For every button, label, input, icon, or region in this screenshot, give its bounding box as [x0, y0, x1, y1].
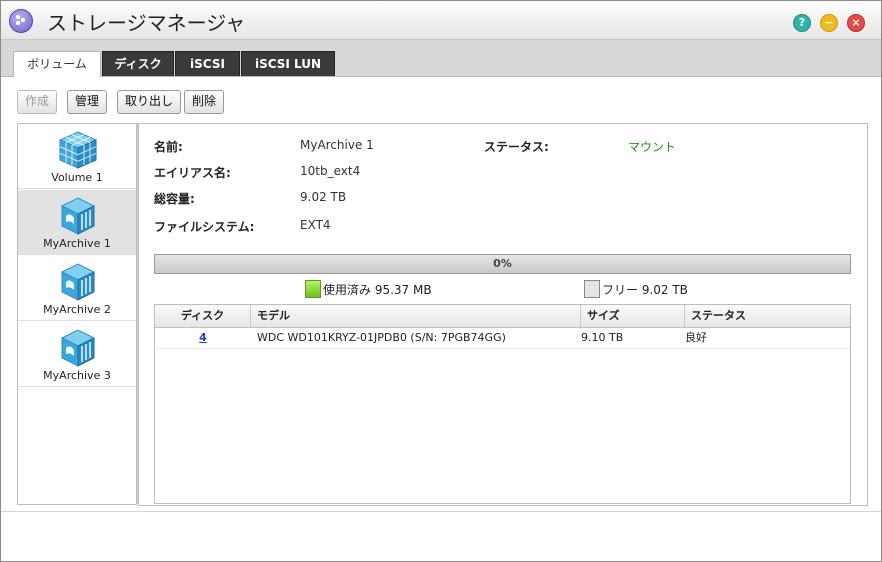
- minimize-icon[interactable]: −: [820, 14, 838, 32]
- tab-volume[interactable]: ボリューム: [13, 51, 101, 77]
- status-cell: 良好: [685, 331, 707, 344]
- disk-link[interactable]: 4: [199, 331, 207, 344]
- filesystem-label: ファイルシステム:: [154, 220, 255, 234]
- eject-button[interactable]: 取り出し: [117, 90, 182, 114]
- column-header-disk[interactable]: ディスク: [155, 305, 251, 327]
- archive-icon: [60, 197, 96, 235]
- model-cell: WDC WD101KRYZ-01JPDB0 (S/N: 7PGB74GG): [257, 331, 506, 344]
- name-label: 名前:: [154, 140, 183, 154]
- volume-item-volume-1[interactable]: Volume 1: [18, 124, 136, 189]
- free-legend-swatch: [584, 280, 600, 298]
- volume-item-myarchive-2[interactable]: MyArchive 2: [18, 256, 136, 321]
- disk-table-header: ディスク モデル サイズ ステータス: [155, 305, 850, 328]
- disk-table: ディスク モデル サイズ ステータス 4 WDC WD101KRYZ-01JPD…: [154, 304, 851, 504]
- used-legend-swatch: [305, 280, 321, 298]
- column-header-model[interactable]: モデル: [251, 305, 581, 327]
- capacity-label: 総容量:: [154, 192, 195, 206]
- disk-number-cell: 4: [155, 328, 251, 348]
- footer-divider: [1, 511, 881, 512]
- column-header-status[interactable]: ステータス: [685, 305, 850, 327]
- storage-manager-window: ストレージマネージャ ? − × ボリューム ディスク iSCSI iSCSI …: [0, 0, 882, 562]
- manage-button[interactable]: 管理: [67, 90, 108, 114]
- tab-iscsi[interactable]: iSCSI: [175, 51, 240, 76]
- volume-label: MyArchive 1: [43, 237, 111, 250]
- tab-bar: ボリューム ディスク iSCSI iSCSI LUN: [1, 40, 881, 77]
- volume-item-myarchive-1[interactable]: MyArchive 1: [18, 190, 136, 255]
- archive-icon: [60, 329, 96, 367]
- capacity-value: 9.02 TB: [300, 190, 347, 204]
- volume-label: MyArchive 3: [43, 369, 111, 382]
- name-value: MyArchive 1: [300, 138, 374, 152]
- status-value: マウント: [628, 140, 677, 154]
- alias-value: 10tb_ext4: [300, 164, 361, 178]
- tab-iscsi-lun[interactable]: iSCSI LUN: [241, 51, 335, 76]
- cube-icon: [58, 131, 98, 169]
- usage-percent: 0%: [493, 257, 512, 270]
- storage-app-icon: [9, 9, 33, 33]
- archive-icon: [60, 263, 96, 301]
- help-icon[interactable]: ?: [793, 14, 811, 32]
- delete-button[interactable]: 削除: [184, 90, 225, 114]
- window-title: ストレージマネージャ: [47, 11, 246, 35]
- filesystem-value: EXT4: [300, 218, 331, 232]
- volume-label: Volume 1: [51, 171, 103, 184]
- status-label: ステータス:: [484, 140, 549, 154]
- table-row[interactable]: 4 WDC WD101KRYZ-01JPDB0 (S/N: 7PGB74GG) …: [155, 328, 850, 349]
- volume-label: MyArchive 2: [43, 303, 111, 316]
- volume-item-myarchive-3[interactable]: MyArchive 3: [18, 322, 136, 387]
- create-button[interactable]: 作成: [17, 90, 58, 114]
- free-legend-label: フリー 9.02 TB: [602, 283, 688, 297]
- close-icon[interactable]: ×: [847, 14, 865, 32]
- used-legend-label: 使用済み 95.37 MB: [323, 283, 432, 297]
- volume-list: Volume 1 MyArchive 1 MyArchive 2 MyArchi…: [17, 123, 137, 505]
- titlebar: ストレージマネージャ ? − ×: [1, 1, 881, 40]
- alias-label: エイリアス名:: [154, 166, 231, 180]
- size-cell: 9.10 TB: [581, 331, 624, 344]
- usage-progress-bar: 0%: [154, 254, 851, 274]
- column-header-size[interactable]: サイズ: [581, 305, 685, 327]
- tab-disk[interactable]: ディスク: [102, 51, 174, 76]
